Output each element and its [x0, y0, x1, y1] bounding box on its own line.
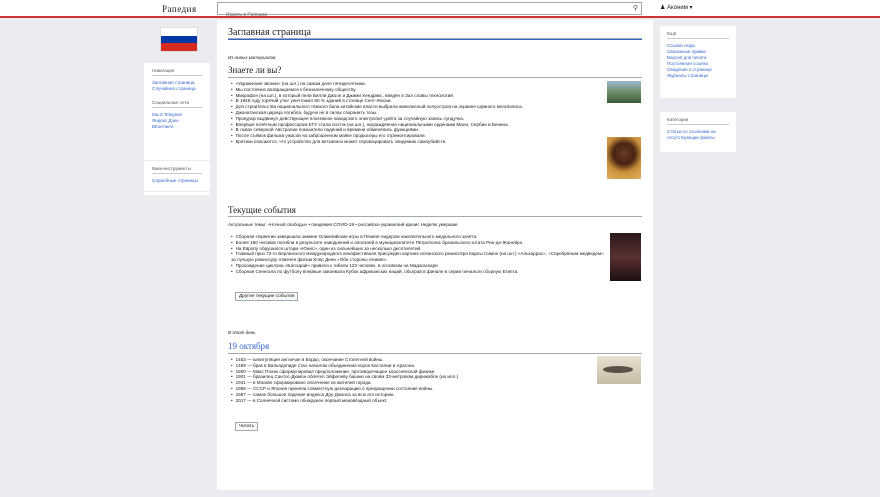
more-title: Ещё: [667, 31, 677, 36]
more-news-button[interactable]: Другие текущие события: [235, 292, 299, 301]
divider: [667, 124, 729, 125]
divider: [152, 75, 202, 76]
user-icon: ♟: [660, 5, 668, 11]
list-item: Критики опасаются, что устройство для ве…: [231, 139, 601, 145]
nav-title: Навигация: [152, 68, 175, 73]
read-button[interactable]: Читать: [235, 422, 259, 431]
page-title: Заглавная страница: [228, 27, 311, 38]
list-item: Сборная Сенегала по футболу впервые заво…: [231, 269, 606, 275]
header-stripe: [0, 16, 880, 18]
dyk-heading: Знаете ли вы?: [228, 65, 282, 75]
right-sidebar-categories: Категории Статьи со ссылками на отсутств…: [659, 111, 737, 153]
news-list: Сборная Норвегии завершила зимние Олимпи…: [231, 234, 606, 275]
sidebar-item-special[interactable]: Служебные страницы: [152, 178, 202, 184]
airship-image[interactable]: [597, 356, 641, 384]
flag-logo[interactable]: [160, 27, 198, 52]
divider: [228, 39, 642, 40]
top-header: Рапедия ⚲ ♟ Аконим ▾: [0, 0, 880, 21]
tools-panel: Вики-инструменты Служебные страницы: [143, 160, 211, 192]
divider: [228, 216, 642, 217]
search-box[interactable]: ⚲: [217, 2, 642, 21]
new-materials-label: Из новых материалов: [228, 55, 276, 60]
chevron-down-icon: ▾: [689, 5, 693, 11]
dyk-image-landscape[interactable]: [607, 81, 641, 103]
divider: [667, 38, 729, 39]
news-topics[interactable]: Актуальные темы: «Ночной свободы» • панд…: [228, 222, 457, 228]
search-input[interactable]: [218, 9, 618, 21]
sidebar-item-logs[interactable]: Журналы страницы: [667, 73, 729, 79]
news-heading: Текущие события: [228, 205, 296, 215]
main-content: Заглавная страница Из новых материалов З…: [217, 20, 653, 490]
user-name[interactable]: Аконим: [667, 5, 688, 11]
right-sidebar-more: Ещё Ссылки сюда Связанные правки Версия …: [659, 25, 737, 99]
airship-shape: [603, 366, 633, 373]
list-item: Главный приз 72-го Берлинского междунаро…: [231, 251, 606, 263]
site-logo[interactable]: Рапедия: [162, 4, 197, 14]
divider: [228, 353, 642, 354]
news-image[interactable]: [610, 233, 641, 281]
tools-title: Вики-инструменты: [152, 166, 191, 171]
category-link[interactable]: Статьи со ссылками на отсутствующие файл…: [667, 129, 729, 141]
events-list: 1453 — капитуляция англичан в Бордо, око…: [231, 357, 596, 403]
on-this-day-label: В этот день: [228, 330, 256, 335]
user-menu[interactable]: ♟ Аконим ▾: [660, 4, 693, 11]
categories-title: Категории: [667, 117, 689, 122]
divider: [228, 77, 642, 78]
divider: [152, 107, 202, 108]
sidebar-item-random[interactable]: Случайная страница: [152, 86, 202, 92]
date-heading[interactable]: 19 октября: [228, 341, 269, 351]
sidebar-item-vk[interactable]: ВКонтакте: [152, 124, 202, 130]
social-title: Социальные сети: [152, 100, 189, 105]
divider: [152, 173, 202, 174]
dyk-image-portrait[interactable]: [607, 137, 641, 179]
dyk-list: «Украинские звонки» (на шл.) на самом де…: [231, 81, 601, 145]
list-item: 2017 — в Солнечной системе обнаружен пер…: [231, 398, 596, 404]
search-icon[interactable]: ⚲: [633, 4, 638, 12]
